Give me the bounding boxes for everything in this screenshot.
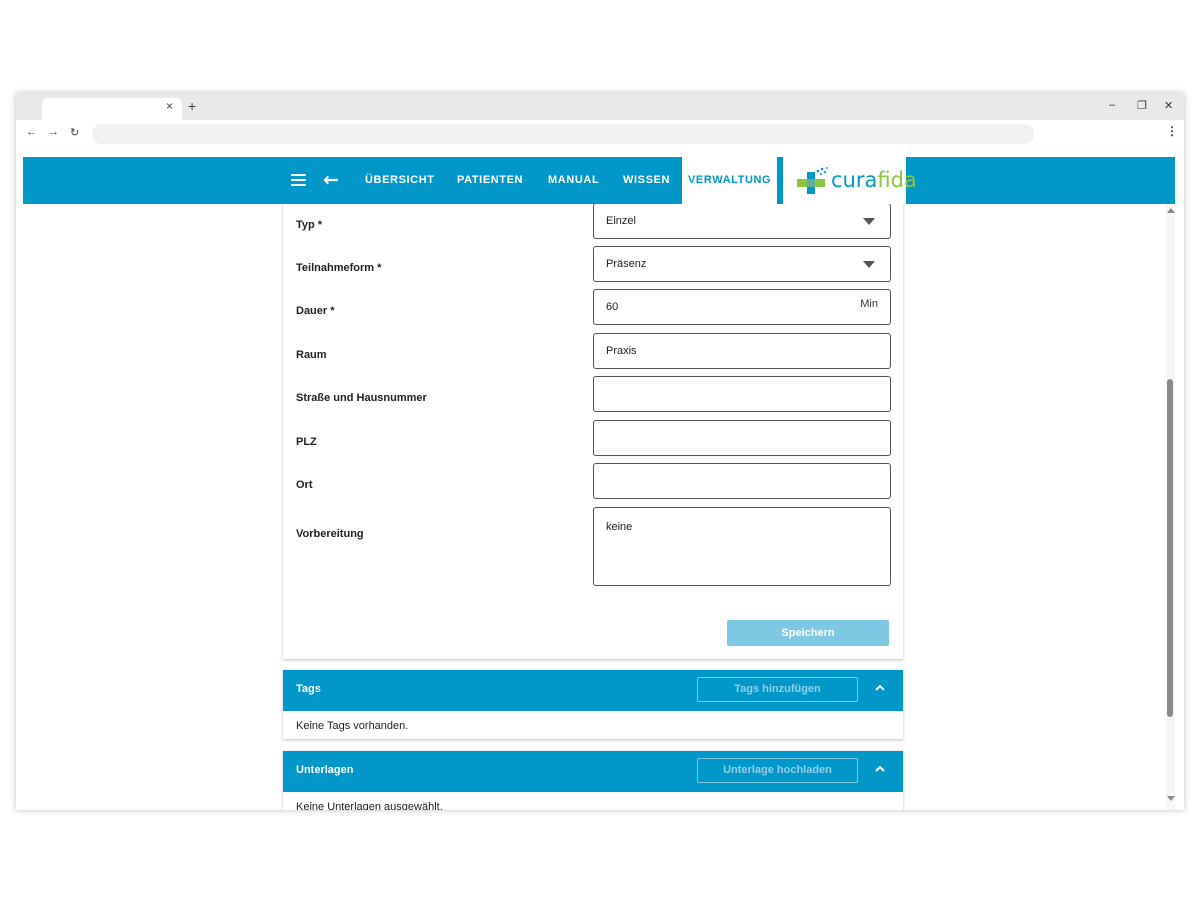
field-label-typ: Typ * (296, 219, 323, 231)
page-scrollbar[interactable] (1166, 204, 1175, 810)
logo-part-cura: cura (831, 168, 878, 192)
minimize-icon[interactable]: – (1109, 99, 1115, 111)
raum-input[interactable]: Praxis (593, 333, 891, 369)
documents-empty-text: Keine Unterlagen ausgewählt. (296, 801, 443, 810)
field-label-strasse: Straße und Hausnummer (296, 392, 427, 404)
address-input[interactable] (92, 124, 1034, 144)
field-label-ort: Ort (296, 479, 313, 491)
restore-icon[interactable]: ❐ (1137, 99, 1147, 112)
appointment-form-card: Typ * Einzel Teilnahmeform * Präsenz Dau… (283, 197, 903, 659)
teilnahmeform-select[interactable]: Präsenz (593, 246, 891, 282)
documents-panel: Unterlagen Unterlage hochladen Keine Unt… (283, 751, 903, 810)
field-label-vorbereitung: Vorbereitung (296, 528, 364, 540)
dauer-value: 60 (606, 301, 619, 313)
dropdown-arrow-icon (863, 261, 875, 268)
tab-close-icon[interactable]: × (166, 99, 173, 113)
field-label-teilnahmeform: Teilnahmeform * (296, 262, 382, 274)
upload-document-button[interactable]: Unterlage hochladen (697, 758, 858, 783)
tags-panel: Tags Tags hinzufügen Keine Tags vorhande… (283, 670, 903, 739)
add-tags-button[interactable]: Tags hinzufügen (697, 677, 858, 702)
tags-panel-title: Tags (296, 683, 321, 695)
browser-back-icon[interactable]: ← (26, 126, 37, 138)
tags-panel-header[interactable]: Tags Tags hinzufügen (283, 670, 903, 711)
field-label-dauer: Dauer * (296, 305, 335, 317)
nav-uebersicht[interactable]: ÜBERSICHT (365, 174, 435, 186)
nav-verwaltung[interactable]: VERWALTUNG (682, 157, 778, 204)
tags-empty-text: Keine Tags vorhanden. (296, 720, 409, 732)
logo-cross-icon (797, 167, 828, 194)
scroll-down-icon[interactable] (1167, 796, 1175, 801)
curafida-logo: curafida (783, 157, 917, 204)
vorbereitung-value: keine (606, 521, 633, 533)
chevron-up-icon[interactable] (875, 764, 885, 774)
field-label-plz: PLZ (296, 436, 317, 448)
documents-panel-header[interactable]: Unterlagen Unterlage hochladen (283, 751, 903, 792)
address-bar-row: ← → ↻ ⋮ (16, 120, 1184, 148)
back-arrow-icon[interactable]: ← (323, 169, 339, 191)
field-label-raum: Raum (296, 349, 327, 361)
browser-menu-icon[interactable]: ⋮ (1166, 124, 1178, 138)
dauer-unit: Min (860, 298, 878, 310)
dropdown-arrow-icon (863, 218, 875, 225)
close-window-icon[interactable]: ✕ (1164, 99, 1173, 112)
documents-panel-title: Unterlagen (296, 764, 354, 776)
save-button[interactable]: Speichern (727, 620, 889, 646)
app-header: ← ÜBERSICHT PATIENTEN MANUAL WISSEN VERW… (23, 157, 1175, 204)
nav-patienten[interactable]: PATIENTEN (457, 174, 523, 186)
logo-wordmark: curafida (831, 168, 917, 192)
strasse-input[interactable] (593, 376, 891, 412)
browser-window: × + – ❐ ✕ ← → ↻ ⋮ Typ * Einzel Teilnahme… (16, 93, 1184, 810)
scroll-up-icon[interactable] (1167, 208, 1175, 213)
raum-value: Praxis (606, 345, 637, 357)
teilnahmeform-value: Präsenz (606, 258, 647, 270)
menu-icon[interactable] (291, 174, 306, 186)
scrollbar-thumb[interactable] (1167, 379, 1173, 717)
nav-manual[interactable]: MANUAL (548, 174, 599, 186)
reload-icon[interactable]: ↻ (70, 126, 79, 139)
plz-input[interactable] (593, 420, 891, 456)
typ-value: Einzel (606, 215, 636, 227)
logo-part-fida: fida (877, 168, 917, 192)
ort-input[interactable] (593, 463, 891, 499)
tab-strip: × + – ❐ ✕ (16, 93, 1184, 120)
browser-tab[interactable] (42, 98, 182, 120)
new-tab-icon[interactable]: + (188, 98, 196, 114)
vorbereitung-textarea[interactable]: keine (593, 507, 891, 586)
nav-wissen[interactable]: WISSEN (623, 174, 670, 186)
page-viewport: Typ * Einzel Teilnahmeform * Präsenz Dau… (23, 157, 1175, 810)
chevron-up-icon[interactable] (875, 683, 885, 693)
browser-forward-icon[interactable]: → (48, 126, 59, 138)
typ-select[interactable]: Einzel (593, 203, 891, 239)
dauer-input[interactable]: 60 Min (593, 289, 891, 325)
